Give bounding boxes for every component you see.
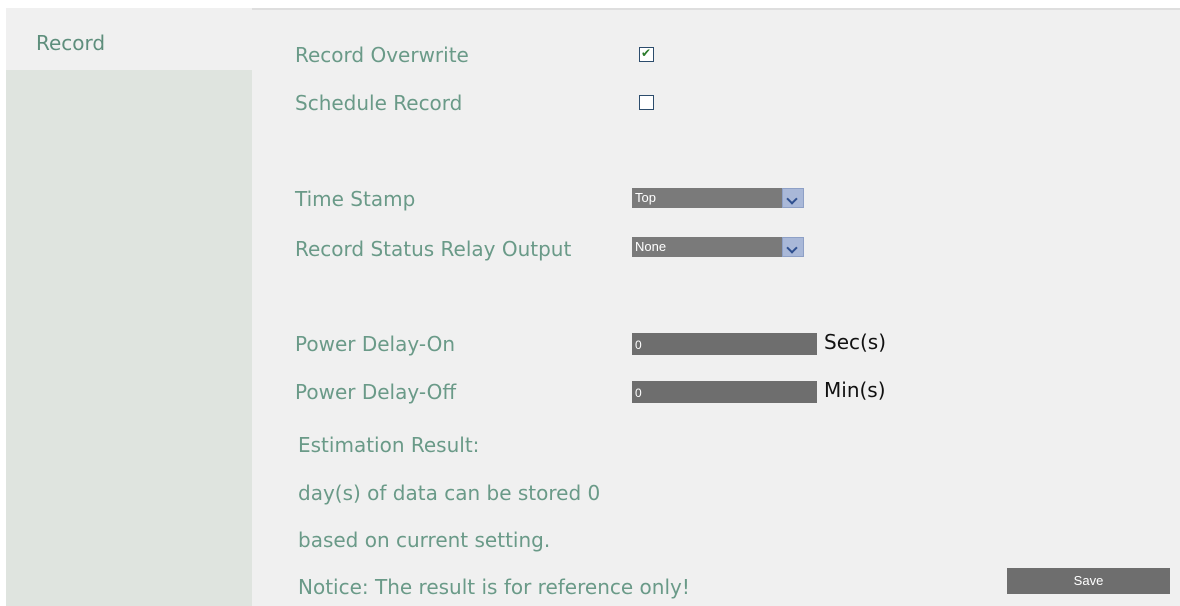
time-stamp-select[interactable]: Top — [632, 188, 804, 208]
estimation-notice: Notice: The result is for reference only… — [298, 575, 690, 599]
relay-output-value: None — [632, 237, 782, 257]
save-button[interactable]: Save — [1007, 568, 1170, 594]
check-icon: ✔ — [641, 46, 652, 60]
sidebar: Record — [6, 8, 252, 606]
schedule-record-checkbox[interactable] — [639, 95, 654, 110]
schedule-record-label: Schedule Record — [295, 91, 463, 115]
record-settings-panel: Record Overwrite ✔ Schedule Record Time … — [252, 8, 1180, 606]
time-stamp-label: Time Stamp — [295, 187, 416, 211]
power-delay-off-input[interactable]: 0 — [632, 381, 817, 403]
power-delay-on-label: Power Delay-On — [295, 332, 456, 356]
power-delay-off-unit: Min(s) — [824, 378, 886, 402]
power-delay-on-unit: Sec(s) — [824, 330, 887, 354]
estimation-title: Estimation Result: — [298, 433, 480, 457]
power-delay-off-label: Power Delay-Off — [295, 380, 457, 404]
time-stamp-value: Top — [632, 188, 782, 208]
sidebar-item-record[interactable]: Record — [6, 8, 252, 70]
relay-output-label: Record Status Relay Output — [295, 237, 572, 261]
estimation-basis: based on current setting. — [298, 528, 551, 552]
record-overwrite-checkbox[interactable]: ✔ — [639, 46, 654, 62]
estimation-days: day(s) of data can be stored 0 — [298, 481, 601, 505]
record-overwrite-label: Record Overwrite — [295, 43, 469, 67]
chevron-down-icon[interactable] — [782, 188, 804, 208]
chevron-down-icon[interactable] — [782, 237, 804, 257]
power-delay-on-input[interactable]: 0 — [632, 333, 817, 355]
relay-output-select[interactable]: None — [632, 237, 804, 257]
